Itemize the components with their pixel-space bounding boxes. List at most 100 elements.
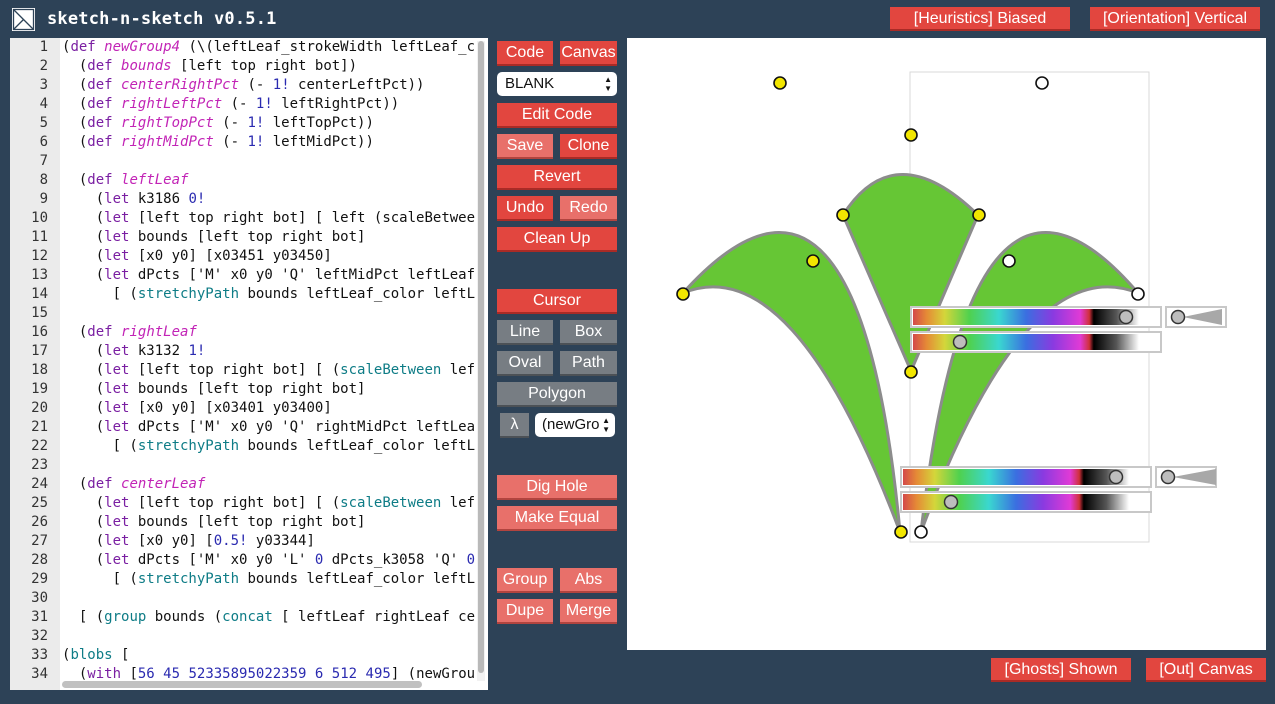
line-number: 8 — [39, 172, 48, 188]
line-number: 27 — [31, 533, 48, 549]
cursor-tool-button[interactable]: Cursor — [497, 289, 617, 314]
dupe-button[interactable]: Dupe — [497, 599, 553, 624]
lambda-tool-button[interactable]: λ — [500, 413, 529, 438]
code-line[interactable]: 20 (let [x0 y0] [x03401 y03400] — [10, 399, 484, 418]
line-number: 12 — [31, 248, 48, 264]
code-line[interactable]: 16 (def rightLeaf — [10, 323, 484, 342]
code-line[interactable]: 33 (blobs [ — [10, 646, 484, 665]
code-line[interactable]: 17 (let k3132 1! — [10, 342, 484, 361]
code-line[interactable]: 10 (let [left top right bot] [ left (sca… — [10, 209, 484, 228]
code-line[interactable]: 22 [ (stretchyPath bounds leftLeaf_color… — [10, 437, 484, 456]
code-line[interactable]: 31 [ (group bounds (concat [ leftLeaf ri… — [10, 608, 484, 627]
oval-tool-button[interactable]: Oval — [497, 351, 553, 376]
heuristics-toggle-button[interactable]: [Heuristics] Biased — [890, 7, 1070, 31]
code-line[interactable]: 3 (def centerRightPct (- 1! centerLeftPc… — [10, 76, 484, 95]
code-line[interactable]: 15 — [10, 304, 484, 323]
polygon-tool-button[interactable]: Polygon — [497, 382, 617, 407]
left-leaf-shape[interactable] — [681, 231, 902, 534]
code-line[interactable]: 14 [ (stretchyPath bounds leftLeaf_color… — [10, 285, 484, 304]
line-number: 9 — [39, 191, 48, 207]
shape-fill-color-slider[interactable] — [900, 466, 1152, 488]
merge-button[interactable]: Merge — [560, 599, 617, 624]
shape-stroke-color-slider[interactable] — [900, 491, 1152, 513]
save-button[interactable]: Save — [497, 134, 553, 159]
point-handle[interactable] — [806, 254, 820, 268]
code-line[interactable]: 2 (def bounds [left top right bot]) — [10, 57, 484, 76]
output-toggle-button[interactable]: [Out] Canvas — [1146, 658, 1266, 682]
editor-vertical-scroll-thumb[interactable] — [478, 41, 484, 673]
code-line[interactable]: 21 (let dPcts ['M' x0 y0 'Q' rightMidPct… — [10, 418, 484, 437]
shape-stroke-width-slider[interactable] — [1155, 466, 1217, 488]
point-handle[interactable] — [773, 76, 787, 90]
code-line[interactable]: 26 (let bounds [left top right bot] — [10, 513, 484, 532]
code-line[interactable]: 1 (def newGroup4 (\(leftLeaf_strokeWidth … — [10, 38, 484, 57]
canvas-svg[interactable] — [627, 38, 1266, 650]
line-tool-button[interactable]: Line — [497, 320, 553, 345]
code-editor[interactable]: 1 (def newGroup4 (\(leftLeaf_strokeWidth … — [10, 38, 488, 690]
clone-button[interactable]: Clone — [560, 134, 617, 159]
point-handle[interactable] — [894, 525, 908, 539]
code-line[interactable]: 9 (let k3186 0! — [10, 190, 484, 209]
code-line[interactable]: 11 (let bounds [left top right bot] — [10, 228, 484, 247]
code-line[interactable]: 34 (with [56 45 52335895022359 6 512 495… — [10, 665, 484, 682]
code-line[interactable]: 30 — [10, 589, 484, 608]
point-handle[interactable] — [904, 365, 918, 379]
code-line[interactable]: 24 (def centerLeaf — [10, 475, 484, 494]
function-select[interactable]: (newGro ▲ ▼ — [535, 413, 615, 437]
point-handle[interactable] — [836, 208, 850, 222]
code-line[interactable]: 6 (def rightMidPct (- 1! leftMidPct)) — [10, 133, 484, 152]
edit-code-button[interactable]: Edit Code — [497, 103, 617, 128]
point-handle[interactable] — [904, 128, 918, 142]
editor-vertical-scrollbar[interactable] — [477, 41, 485, 681]
code-line[interactable]: 12 (let [x0 y0] [x03451 y03450] — [10, 247, 484, 266]
point-handle-inactive[interactable] — [1035, 76, 1049, 90]
orientation-toggle-button[interactable]: [Orientation] Vertical — [1090, 7, 1260, 31]
editor-horizontal-scrollbar[interactable] — [62, 681, 422, 688]
ghosts-toggle-button[interactable]: [Ghosts] Shown — [991, 658, 1131, 682]
box-tool-button[interactable]: Box — [560, 320, 617, 345]
stroke-color-slider[interactable] — [910, 331, 1162, 353]
code-line[interactable]: 27 (let [x0 y0] [0.5! y03344] — [10, 532, 484, 551]
point-handle[interactable] — [676, 287, 690, 301]
code-line-text: (def rightMidPct (- 1! leftMidPct)) — [62, 134, 374, 150]
canvas-button[interactable]: Canvas — [560, 41, 617, 66]
code-line[interactable]: 23 — [10, 456, 484, 475]
revert-button[interactable]: Revert — [497, 165, 617, 190]
code-line-text: (let dPcts ['M' x0 y0 'L' 0 dPcts_k3058 … — [62, 552, 476, 568]
group-button[interactable]: Group — [497, 568, 553, 593]
code-line[interactable]: 28 (let dPcts ['M' x0 y0 'L' 0 dPcts_k30… — [10, 551, 484, 570]
fill-color-slider[interactable] — [910, 306, 1162, 328]
code-line-text: (let k3186 0! — [62, 191, 206, 207]
point-handle-inactive[interactable] — [1131, 287, 1145, 301]
code-area[interactable]: 1 (def newGroup4 (\(leftLeaf_strokeWidth … — [10, 38, 484, 682]
code-line[interactable]: 29 [ (stretchyPath bounds leftLeaf_color… — [10, 570, 484, 589]
make-equal-button[interactable]: Make Equal — [497, 506, 617, 531]
redo-button[interactable]: Redo — [560, 196, 617, 221]
clean-up-button[interactable]: Clean Up — [497, 227, 617, 252]
line-number: 32 — [31, 628, 48, 644]
undo-button[interactable]: Undo — [497, 196, 553, 221]
line-number: 20 — [31, 400, 48, 416]
code-line[interactable]: 4 (def rightLeftPct (- 1! leftRightPct)) — [10, 95, 484, 114]
code-button[interactable]: Code — [497, 41, 553, 66]
example-select[interactable]: BLANK ▲ ▼ — [497, 72, 617, 96]
code-line[interactable]: 25 (let [left top right bot] [ (scaleBet… — [10, 494, 484, 513]
point-handle-inactive[interactable] — [914, 525, 928, 539]
point-handle[interactable] — [972, 208, 986, 222]
drawing-canvas[interactable] — [627, 38, 1266, 650]
code-line[interactable]: 19 (let bounds [left top right bot] — [10, 380, 484, 399]
code-line[interactable]: 13 (let dPcts ['M' x0 y0 'Q' leftMidPct … — [10, 266, 484, 285]
code-line[interactable]: 18 (let [left top right bot] [ (scaleBet… — [10, 361, 484, 380]
dig-hole-button[interactable]: Dig Hole — [497, 475, 617, 500]
code-line[interactable]: 5 (def rightTopPct (- 1! leftTopPct)) — [10, 114, 484, 133]
point-handle-inactive[interactable] — [1002, 254, 1016, 268]
code-line[interactable]: 32 — [10, 627, 484, 646]
line-number: 6 — [39, 134, 48, 150]
code-line-text: (let [x0 y0] [x03401 y03400] — [62, 400, 332, 416]
code-line[interactable]: 8 (def leftLeaf — [10, 171, 484, 190]
code-line-text: (with [56 45 52335895022359 6 512 495] (… — [62, 666, 476, 682]
code-line[interactable]: 7 — [10, 152, 484, 171]
path-tool-button[interactable]: Path — [560, 351, 617, 376]
abs-button[interactable]: Abs — [560, 568, 617, 593]
stroke-width-slider[interactable] — [1165, 306, 1227, 328]
